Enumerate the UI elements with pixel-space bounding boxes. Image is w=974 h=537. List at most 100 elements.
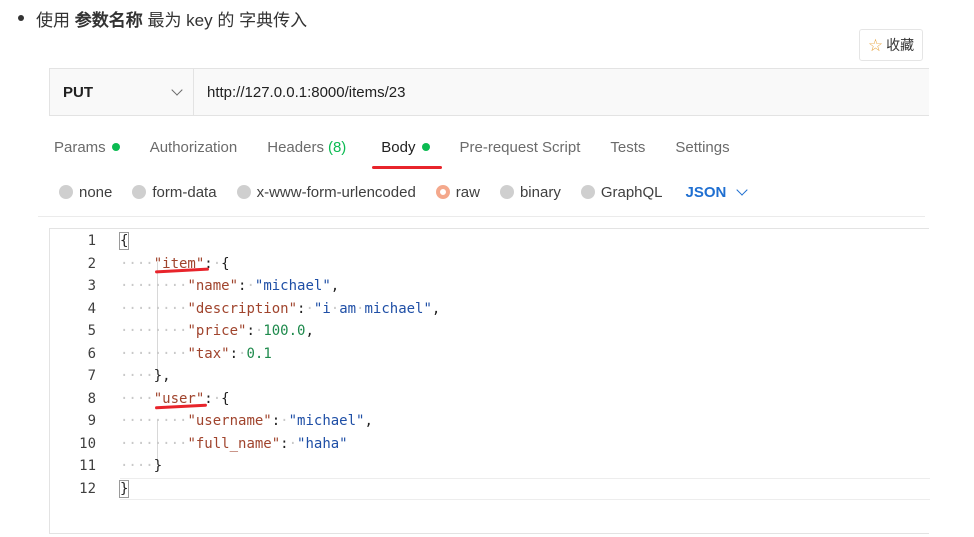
line-number: 12 — [79, 480, 96, 497]
tab-headers[interactable]: Headers (8) — [267, 139, 346, 156]
raw-type-label: JSON — [685, 183, 727, 201]
radio-option-form-data[interactable]: form-data — [132, 183, 217, 201]
line-code: ········"description":·"i·am·michael", — [120, 298, 440, 320]
line-code: } — [118, 478, 130, 500]
code-token: michael" — [364, 300, 432, 317]
code-token: , — [305, 323, 314, 339]
radio-label: x-www-form-urlencoded — [256, 183, 416, 201]
bullet-bold-text: 参数名称 — [74, 10, 143, 30]
radio-option-binary[interactable]: binary — [499, 183, 561, 201]
line-code: ········"full_name":·"haha" — [120, 433, 348, 455]
code-token: ········ — [120, 345, 188, 362]
body-type-options: none form-data x-www-form-urlencoded raw bin… — [59, 181, 749, 203]
line-number: 10 — [79, 435, 96, 452]
code-token: "description" — [187, 300, 298, 317]
code-token: } — [118, 479, 130, 498]
tab-label: Pre-request Script — [459, 138, 581, 156]
line-number: 2 — [87, 255, 96, 272]
line-code: ········"price":·100.0, — [120, 320, 314, 342]
tab-pre-request-script[interactable]: Pre-request Script — [460, 139, 581, 156]
annotation-underline-body — [372, 165, 443, 169]
tab-params[interactable]: Params — [54, 139, 120, 156]
code-token: ········ — [120, 323, 188, 339]
code-token: · — [280, 413, 289, 429]
status-dot-icon — [111, 143, 120, 151]
code-token: "username" — [187, 413, 272, 429]
code-token: "haha" — [297, 435, 348, 452]
radio-unchecked-icon — [236, 185, 251, 199]
code-line: 4 ········"description":·"i·am·michael", — [50, 298, 929, 320]
code-token: ···· — [120, 458, 154, 474]
line-code: ····}, — [120, 365, 171, 387]
radio-label: form-data — [152, 183, 217, 201]
code-token: "i — [313, 300, 331, 317]
radio-option-none[interactable]: none — [59, 184, 112, 201]
line-code: ····} — [120, 455, 162, 477]
tab-label: Settings — [675, 138, 730, 156]
radio-label: none — [79, 183, 113, 201]
tab-authorization[interactable]: Authorization — [150, 139, 238, 156]
radio-label: binary — [519, 183, 561, 201]
code-line: 7 ····}, — [50, 365, 929, 387]
line-number: 5 — [87, 323, 96, 339]
line-code: { — [118, 230, 130, 252]
code-token: · — [212, 255, 222, 272]
radio-unchecked-icon — [580, 185, 595, 199]
code-token: } — [153, 458, 163, 474]
bullet-text-segment: 最为 key 的 字典传入 — [142, 10, 308, 30]
line-code: ········"username":·"michael", — [120, 410, 373, 432]
code-token: ········ — [120, 413, 188, 429]
tab-count: (8) — [327, 138, 347, 156]
code-line: 1{ — [50, 230, 929, 252]
code-token: "michael" — [254, 278, 331, 294]
raw-type-select[interactable]: JSON — [685, 183, 749, 201]
line-number: 1 — [87, 233, 96, 249]
tab-label: Authorization — [149, 138, 238, 156]
tab-body[interactable]: Body — [372, 139, 443, 169]
bullet-text-segment: 使用 — [36, 10, 75, 30]
line-number: 3 — [87, 278, 96, 294]
line-number: 11 — [79, 458, 96, 474]
code-token: { — [221, 255, 230, 272]
code-token: "tax" — [187, 345, 230, 362]
method-label: PUT — [63, 83, 93, 101]
chevron-down-icon — [736, 184, 749, 196]
code-token: , — [364, 413, 373, 429]
radio-unchecked-icon — [59, 185, 73, 199]
radio-option-x-www-form-urlencoded[interactable]: x-www-form-urlencoded — [236, 183, 416, 201]
code-line: 9 ········"username":·"michael", — [50, 410, 929, 432]
tab-settings[interactable]: Settings — [675, 139, 729, 156]
code-token: : — [280, 435, 289, 452]
status-dot-icon — [421, 143, 430, 151]
code-token: ········ — [120, 435, 188, 452]
method-select[interactable]: PUT — [50, 69, 194, 115]
star-icon: ☆ — [867, 35, 884, 55]
code-token: : — [229, 345, 239, 362]
favorite-button[interactable]: ☆ 收藏 — [859, 29, 923, 61]
radio-label: raw — [455, 183, 480, 201]
tab-tests[interactable]: Tests — [610, 139, 645, 156]
code-token: : — [271, 413, 281, 429]
code-line: 11 ····} — [50, 455, 929, 477]
code-token: am — [339, 300, 357, 317]
code-token: : — [246, 323, 255, 339]
url-input[interactable]: http://127.0.0.1:8000/items/23 — [194, 69, 929, 115]
code-token: · — [288, 435, 298, 452]
request-bar: PUT http://127.0.0.1:8000/items/23 — [49, 68, 929, 116]
code-line: 12} — [50, 478, 929, 500]
chevron-down-icon — [171, 84, 183, 96]
line-number: 7 — [87, 368, 96, 384]
radio-option-graphql[interactable]: GraphQL — [580, 183, 663, 201]
line-code: ········"tax":·0.1 — [120, 343, 272, 365]
article-bullet: 使用 参数名称 最为 key 的 字典传入 — [18, 6, 307, 30]
radio-option-raw[interactable]: raw — [435, 183, 480, 201]
code-token: ···· — [120, 368, 154, 384]
line-code: ········"name":·"michael", — [120, 275, 339, 297]
line-number: 6 — [87, 345, 96, 362]
code-editor[interactable]: 1{2 ····"item":·{3 ········"name":·"michae… — [49, 228, 930, 534]
code-token: }, — [153, 368, 171, 384]
radio-checked-icon — [435, 185, 450, 199]
radio-label: GraphQL — [600, 183, 663, 201]
code-token: , — [431, 300, 441, 317]
code-token: "full_name" — [187, 435, 281, 452]
